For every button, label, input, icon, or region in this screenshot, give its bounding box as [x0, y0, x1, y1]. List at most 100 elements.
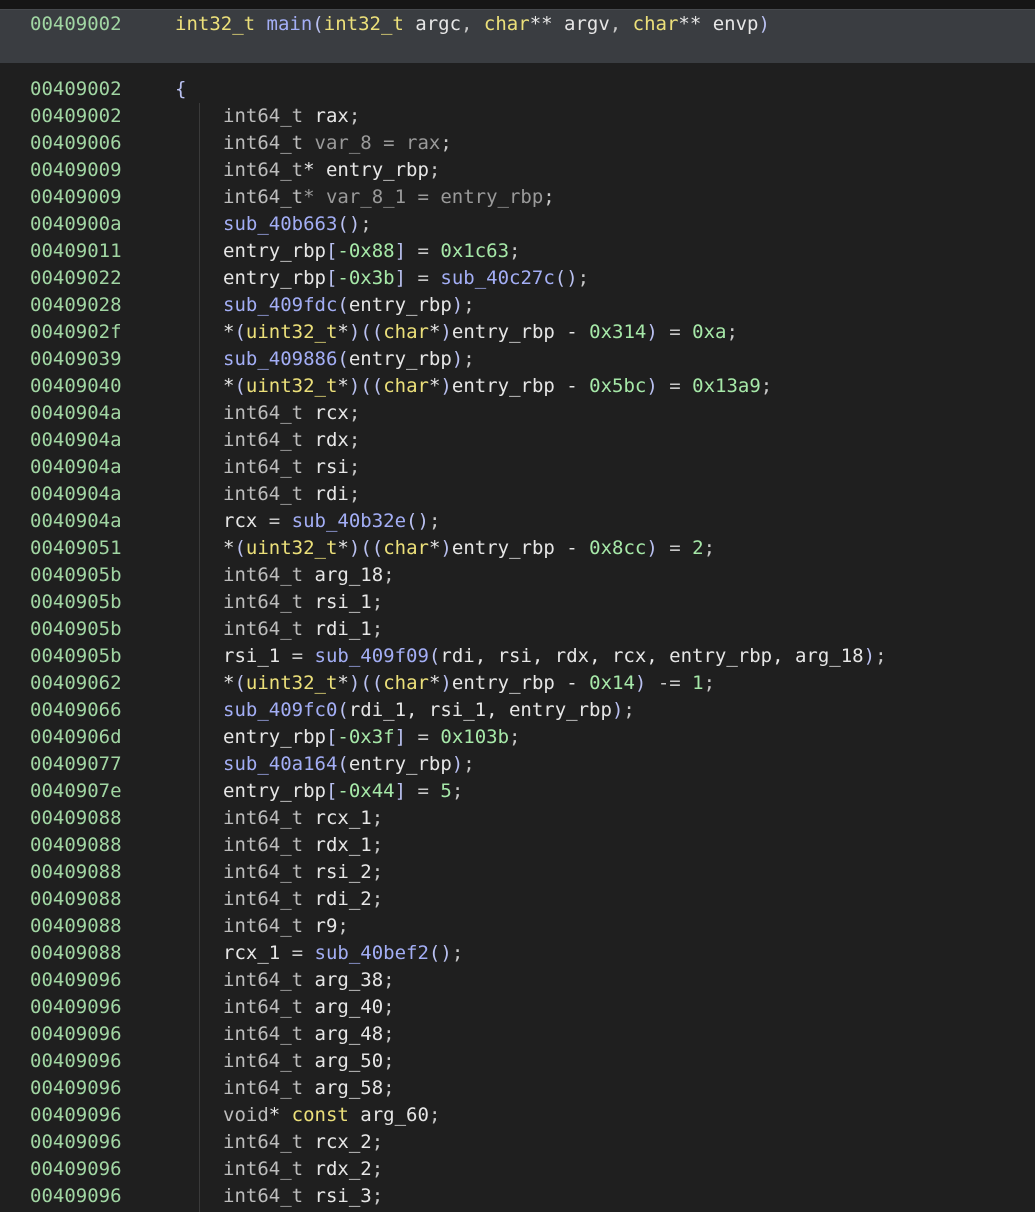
code-token[interactable]: rdx: [303, 429, 349, 451]
code-token[interactable]: rdi_2: [303, 888, 372, 910]
code-token[interactable]: arg_18: [303, 564, 384, 586]
line-code[interactable]: sub_40a164(entry_rbp);: [223, 751, 475, 778]
code-line[interactable]: 0040902f *(uint32_t*)((char*)entry_rbp - …: [0, 319, 1035, 346]
code-token[interactable]: *: [223, 537, 234, 559]
code-token[interactable]: *: [337, 672, 348, 694]
code-line[interactable]: 00409096 int64_t arg_40;: [0, 994, 1035, 1021]
line-code[interactable]: int64_t* entry_rbp;: [223, 157, 440, 184]
code-line[interactable]: 0040900a sub_40b663();: [0, 211, 1035, 238]
code-token[interactable]: arg_48: [303, 1023, 384, 1045]
code-token[interactable]: arg_58: [303, 1077, 384, 1099]
code-line[interactable]: 00409088 rcx_1 = sub_40bef2();: [0, 940, 1035, 967]
code-line[interactable]: 0040904a int64_t rcx;: [0, 400, 1035, 427]
code-line[interactable]: 0040905b int64_t rdi_1;: [0, 616, 1035, 643]
code-line[interactable]: 00409009 int64_t* var_8_1 = entry_rbp;: [0, 184, 1035, 211]
line-code[interactable]: entry_rbp[-0x3b] = sub_40c27c();: [223, 265, 589, 292]
code-token[interactable]: rdi_1, rsi_1, entry_rbp: [349, 699, 612, 721]
code-line[interactable]: 0040904a int64_t rdx;: [0, 427, 1035, 454]
line-code[interactable]: int64_t* var_8_1 = entry_rbp;: [223, 184, 555, 211]
code-line[interactable]: 00409051 *(uint32_t*)((char*)entry_rbp - …: [0, 535, 1035, 562]
code-token[interactable]: sub_409fc0: [223, 699, 337, 721]
code-token[interactable]: rdx_2: [303, 1158, 372, 1180]
line-code[interactable]: int64_t arg_18;: [223, 562, 395, 589]
code-line[interactable]: 00409011 entry_rbp[-0x88] = 0x1c63;: [0, 238, 1035, 265]
code-token[interactable]: main: [267, 13, 313, 35]
code-line[interactable]: 0040904a int64_t rdi;: [0, 481, 1035, 508]
code-line[interactable]: 00409088 int64_t rcx_1;: [0, 805, 1035, 832]
line-code[interactable]: int64_t r9;: [223, 913, 349, 940]
code-token[interactable]: ** argv: [530, 13, 610, 35]
code-token[interactable]: rcx_1: [303, 807, 372, 829]
code-token[interactable]: *: [429, 375, 440, 397]
code-token[interactable]: rcx: [223, 510, 257, 532]
line-code[interactable]: int64_t arg_38;: [223, 967, 395, 994]
code-line[interactable]: 00409077 sub_40a164(entry_rbp);: [0, 751, 1035, 778]
code-line[interactable]: 00409039 sub_409886(entry_rbp);: [0, 346, 1035, 373]
code-line[interactable]: 00409002 int64_t rax;: [0, 103, 1035, 130]
code-line[interactable]: 00409040 *(uint32_t*)((char*)entry_rbp - …: [0, 373, 1035, 400]
line-code[interactable]: int64_t arg_50;: [223, 1048, 395, 1075]
code-line[interactable]: 0040905b int64_t rsi_1;: [0, 589, 1035, 616]
code-token[interactable]: rcx_2: [303, 1131, 372, 1153]
code-token[interactable]: *: [269, 1104, 292, 1126]
line-code[interactable]: {: [175, 76, 186, 103]
code-token[interactable]: rdx_1: [303, 834, 372, 856]
code-token[interactable]: sub_409fdc: [223, 294, 337, 316]
code-line[interactable]: 00409096 int64_t arg_38;: [0, 967, 1035, 994]
code-line[interactable]: 00409006 int64_t var_8 = rax;: [0, 130, 1035, 157]
code-token[interactable]: entry_rbp: [349, 348, 452, 370]
code-token[interactable]: r9: [303, 915, 338, 937]
line-code[interactable]: sub_409886(entry_rbp);: [223, 346, 475, 373]
line-code[interactable]: *(uint32_t*)((char*)entry_rbp - 0x314) =…: [223, 319, 738, 346]
code-token[interactable]: rax: [303, 105, 349, 127]
line-code[interactable]: rcx = sub_40b32e();: [223, 508, 440, 535]
code-line[interactable]: 00409088 int64_t rdi_2;: [0, 886, 1035, 913]
code-token[interactable]: *: [429, 537, 440, 559]
line-code[interactable]: *(uint32_t*)((char*)entry_rbp - 0x14) -=…: [223, 670, 715, 697]
line-code[interactable]: entry_rbp[-0x88] = 0x1c63;: [223, 238, 520, 265]
code-token[interactable]: rcx_1: [223, 942, 280, 964]
code-token[interactable]: entry_rbp: [223, 267, 326, 289]
code-line[interactable]: 00409028 sub_409fdc(entry_rbp);: [0, 292, 1035, 319]
code-token[interactable]: entry_rbp -: [452, 672, 589, 694]
function-signature[interactable]: int32_t main(int32_t argc, char** argv, …: [175, 13, 770, 35]
code-line[interactable]: 0040904a int64_t rsi;: [0, 454, 1035, 481]
code-token[interactable]: sub_40a164: [223, 753, 337, 775]
code-line[interactable]: 0040906d entry_rbp[-0x3f] = 0x103b;: [0, 724, 1035, 751]
code-line[interactable]: 00409009 int64_t* entry_rbp;: [0, 157, 1035, 184]
code-line[interactable]: 00409096 int64_t arg_48;: [0, 1021, 1035, 1048]
code-token[interactable]: rsi_1: [303, 591, 372, 613]
line-code[interactable]: int64_t rax;: [223, 103, 360, 130]
line-code[interactable]: int64_t rcx;: [223, 400, 360, 427]
line-code[interactable]: int64_t rdx_1;: [223, 832, 383, 859]
line-code[interactable]: int64_t rsi_3;: [223, 1183, 383, 1210]
line-code[interactable]: int64_t rdi_2;: [223, 886, 383, 913]
code-token[interactable]: entry_rbp -: [452, 537, 589, 559]
line-code[interactable]: sub_409fc0(rdi_1, rsi_1, entry_rbp);: [223, 697, 635, 724]
code-line[interactable]: 00409096 int64_t rcx_2;: [0, 1129, 1035, 1156]
code-token[interactable]: entry_rbp: [349, 294, 452, 316]
line-code[interactable]: int64_t rsi_2;: [223, 859, 383, 886]
line-code[interactable]: int64_t arg_48;: [223, 1021, 395, 1048]
code-token[interactable]: sub_40c27c: [440, 267, 554, 289]
line-code[interactable]: entry_rbp[-0x44] = 5;: [223, 778, 463, 805]
code-line[interactable]: 00409088 int64_t rdx_1;: [0, 832, 1035, 859]
line-code[interactable]: sub_40b663();: [223, 211, 372, 238]
line-code[interactable]: entry_rbp[-0x3f] = 0x103b;: [223, 724, 520, 751]
code-token[interactable]: argc: [404, 13, 461, 35]
code-token[interactable]: arg_60: [349, 1104, 429, 1126]
line-code[interactable]: void* const arg_60;: [223, 1102, 440, 1129]
code-line[interactable]: 00409022 entry_rbp[-0x3b] = sub_40c27c();: [0, 265, 1035, 292]
code-token[interactable]: *: [223, 672, 234, 694]
code-line[interactable]: 00409002 {: [0, 76, 1035, 103]
code-token[interactable]: arg_38: [303, 969, 384, 991]
code-line[interactable]: 00409096 int64_t rsi_3;: [0, 1183, 1035, 1210]
code-token[interactable]: *: [337, 321, 348, 343]
code-line[interactable]: 00409096 int64_t arg_58;: [0, 1075, 1035, 1102]
line-code[interactable]: int64_t arg_58;: [223, 1075, 395, 1102]
line-code[interactable]: int64_t rdi_1;: [223, 616, 383, 643]
function-signature-row[interactable]: 00409002 int32_t main(int32_t argc, char…: [0, 10, 1035, 37]
line-code[interactable]: *(uint32_t*)((char*)entry_rbp - 0x8cc) =…: [223, 535, 715, 562]
code-token[interactable]: * entry_rbp: [303, 159, 429, 181]
code-line[interactable]: 0040904a rcx = sub_40b32e();: [0, 508, 1035, 535]
